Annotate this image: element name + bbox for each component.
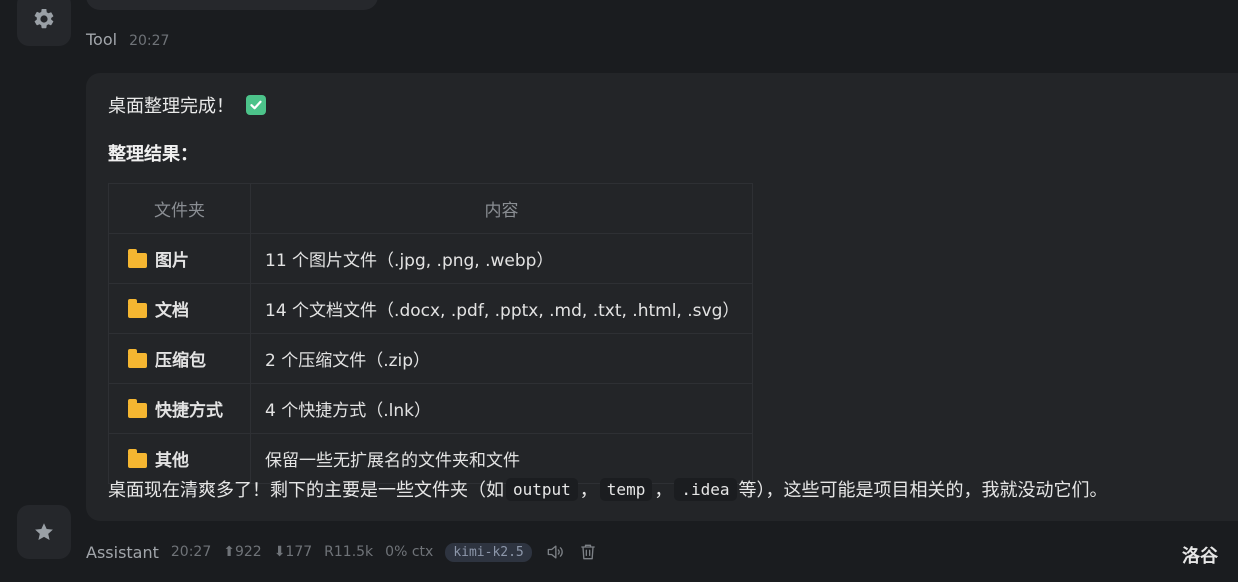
inline-code: .idea — [674, 477, 737, 501]
tool-message-meta: Tool 20:27 — [86, 30, 169, 49]
folder-cell: 图片 — [108, 233, 251, 284]
table-row: 快捷方式 4 个快捷方式（.lnk） — [108, 383, 753, 434]
result-heading: 整理结果： — [108, 144, 198, 165]
user-name: 洛谷 — [1182, 546, 1218, 567]
folder-cell: 文档 — [108, 283, 251, 334]
content-cell: 2 个压缩文件（.zip） — [250, 333, 753, 384]
folder-name: 快捷方式 — [155, 401, 223, 421]
context-usage: 0% ctx — [385, 544, 434, 560]
content-cell: 11 个图片文件（.jpg, .png, .webp） — [250, 233, 753, 284]
content-cell: 14 个文档文件（.docx, .pdf, .pptx, .md, .txt, … — [250, 283, 753, 334]
folder-cell: 压缩包 — [108, 333, 251, 384]
completion-text: 桌面整理完成！ — [108, 96, 234, 117]
conclusion-prefix: 桌面现在清爽多了！剩下的主要是一些文件夹（如 — [108, 480, 504, 501]
reasoning-tokens: R11.5k — [324, 544, 374, 560]
table-row: 文档 14 个文档文件（.docx, .pdf, .pptx, .md, .tx… — [108, 283, 753, 334]
speaker-icon[interactable] — [544, 542, 566, 562]
trash-icon[interactable] — [578, 542, 598, 562]
gear-icon — [34, 8, 54, 29]
assistant-avatar — [17, 505, 71, 559]
column-header-content: 内容 — [250, 183, 753, 234]
folder-cell: 快捷方式 — [108, 383, 251, 434]
output-tokens: ⬇177 — [273, 544, 313, 560]
input-tokens: ⬆922 — [223, 544, 262, 560]
conclusion-suffix: 等），这些可能是项目相关的，我就没动它们。 — [738, 480, 1108, 501]
inline-code: output — [506, 477, 578, 501]
folder-icon — [128, 349, 147, 368]
inline-code: temp — [599, 477, 653, 501]
sender-name: Tool — [86, 30, 118, 49]
folder-icon — [128, 249, 147, 268]
folder-name: 其他 — [155, 451, 189, 471]
table-header-row: 文件夹 内容 — [108, 183, 753, 234]
timestamp: 20:27 — [170, 544, 212, 560]
separator: ， — [579, 480, 598, 501]
result-table: 文件夹 内容 图片 11 个图片文件（.jpg, .png, .webp） 文档… — [108, 183, 753, 484]
assistant-message-meta: Assistant 20:27 ⬆922 ⬇177 R11.5k 0% ctx … — [86, 542, 598, 562]
folder-name: 图片 — [155, 251, 189, 271]
model-badge: kimi-k2.5 — [445, 542, 532, 562]
content-cell: 4 个快捷方式（.lnk） — [250, 383, 753, 434]
timestamp: 20:27 — [129, 33, 170, 49]
check-mark-icon — [246, 95, 266, 115]
folder-name: 文档 — [155, 301, 189, 321]
sender-name: Assistant — [86, 542, 159, 562]
folder-icon — [128, 299, 147, 318]
previous-message-bubble — [86, 0, 378, 10]
table-row: 压缩包 2 个压缩文件（.zip） — [108, 333, 753, 384]
star-icon — [35, 523, 53, 540]
completion-line: 桌面整理完成！ — [108, 92, 266, 118]
folder-icon — [128, 399, 147, 418]
conclusion-line: 桌面现在清爽多了！剩下的主要是一些文件夹（如 output ， temp ， .… — [108, 476, 1108, 502]
folder-name: 压缩包 — [155, 351, 206, 371]
column-header-folder: 文件夹 — [108, 183, 251, 234]
table-row: 图片 11 个图片文件（.jpg, .png, .webp） — [108, 233, 753, 284]
folder-icon — [128, 449, 147, 468]
separator: ， — [654, 480, 673, 501]
tool-avatar — [17, 0, 71, 46]
